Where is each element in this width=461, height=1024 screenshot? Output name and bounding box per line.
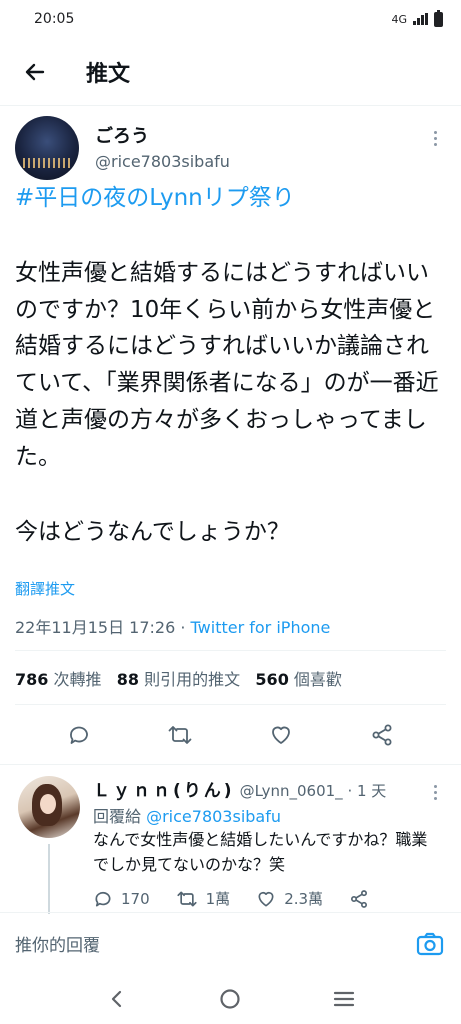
app-header: 推文 (0, 38, 461, 106)
reply-time: · 1 天 (342, 782, 387, 800)
camera-icon (416, 932, 444, 956)
replying-to-mention[interactable]: @rice7803sibafu (146, 807, 281, 826)
reply-author-name[interactable]: Ｌｙｎｎ(りん) (93, 781, 235, 801)
chevron-left-icon (111, 990, 121, 1008)
reply-actions: 170 1萬 2.3萬 (93, 888, 403, 909)
tweet-actions (0, 710, 461, 760)
arrow-left-icon (25, 63, 45, 80)
retweet-stat[interactable]: 786 次轉推 (15, 670, 102, 689)
home-circle-icon (220, 989, 241, 1009)
reply-button[interactable] (57, 713, 101, 757)
meta-separator: · (175, 618, 191, 637)
translate-tweet-link[interactable]: 翻譯推文 (15, 578, 75, 599)
reply-like-button[interactable]: 2.3萬 (256, 888, 323, 909)
tweet-meta: 22年11月15日 17:26 · Twitter for iPhone (15, 614, 330, 638)
reply-share-button[interactable] (349, 889, 369, 909)
reply-retweet-count: 1萬 (205, 890, 231, 908)
like-label: 個喜歡 (293, 670, 342, 689)
retweet-icon (168, 726, 192, 744)
tweet-timestamp: 22年11月15日 17:26 (15, 618, 176, 637)
author-avatar[interactable] (15, 116, 79, 180)
like-icon (258, 891, 274, 906)
reply-reply-count: 170 (121, 889, 150, 908)
tweet-text: #平日の夜のLynnリプ祭り 女性声優と結婚するにはどうすればいいのですか？10… (15, 180, 447, 550)
thread-line (48, 844, 50, 914)
reply-text: なんで女性声優と結婚したいんですかね？職業でしか見てないのかな？笑 (93, 830, 428, 874)
reply-retweet-button[interactable]: 1萬 (176, 888, 231, 909)
reply-avatar[interactable] (18, 776, 80, 838)
share-button[interactable] (360, 713, 404, 757)
divider (15, 704, 446, 705)
divider (0, 764, 461, 765)
reply-icon (69, 726, 88, 744)
retweet-count: 786 (15, 670, 49, 689)
like-button[interactable] (259, 713, 303, 757)
compose-reply-bar: 推你的回覆 (0, 912, 461, 974)
status-bar: 20:05 4G (0, 0, 461, 38)
like-stat[interactable]: 560 個喜歡 (255, 670, 342, 689)
nav-back-button[interactable] (97, 979, 137, 1019)
page-title: 推文 (86, 61, 131, 87)
reply-reply-button[interactable]: 170 (93, 889, 150, 909)
tweet-paragraph-1: 女性声優と結婚するにはどうすればいいのですか？10年くらい前から女性声優と結婚す… (15, 259, 439, 470)
more-dot (433, 130, 437, 134)
reply-author-handle[interactable]: @Lynn_0601_ (240, 782, 343, 800)
back-button[interactable] (0, 38, 70, 106)
camera-button[interactable] (415, 929, 445, 959)
more-options-button[interactable] (425, 126, 445, 150)
author-handle[interactable]: @rice7803sibafu (95, 152, 230, 171)
tweet-stats: 786 次轉推 88 則引用的推文 560 個喜歡 (15, 666, 342, 690)
tweet-author: ごろう @rice7803sibafu (15, 116, 445, 182)
share-icon (372, 724, 392, 746)
quote-stat[interactable]: 88 則引用的推文 (117, 670, 240, 689)
quote-label: 則引用的推文 (144, 670, 241, 689)
more-dot (433, 142, 437, 146)
retweet-icon (177, 891, 197, 906)
reply-icon (95, 891, 111, 906)
signal-icon (413, 13, 428, 25)
nav-recents-button[interactable] (324, 979, 364, 1019)
more-dot (433, 784, 437, 788)
system-nav-bar (0, 974, 461, 1024)
divider (15, 650, 446, 651)
retweet-label: 次轉推 (53, 670, 102, 689)
like-icon (272, 726, 291, 744)
more-dot (433, 790, 437, 794)
share-icon (351, 889, 368, 908)
tweet-paragraph-2: 今はどうなんでしょうか？ (15, 518, 290, 545)
like-count: 560 (255, 670, 289, 689)
status-icons: 4G (391, 9, 443, 27)
tweet-source-link[interactable]: Twitter for iPhone (191, 618, 331, 637)
battery-icon (434, 9, 443, 27)
retweet-button[interactable] (158, 713, 202, 757)
author-name[interactable]: ごろう (95, 122, 149, 148)
hashtag-link[interactable]: #平日の夜のLynnリプ祭り (15, 180, 447, 217)
menu-lines-icon (334, 991, 355, 1007)
network-label: 4G (391, 12, 407, 26)
quote-count: 88 (116, 670, 140, 689)
replying-to-label: 回覆給 (93, 807, 147, 826)
status-time: 20:05 (34, 11, 75, 27)
more-dot (433, 136, 437, 140)
reply-header: Ｌｙｎｎ(りん) @Lynn_0601_ · 1 天 (93, 776, 386, 801)
reply-tweet[interactable]: Ｌｙｎｎ(りん) @Lynn_0601_ · 1 天 回覆給 @rice7803… (0, 772, 461, 914)
nav-home-button[interactable] (210, 979, 250, 1019)
reply-more-button[interactable] (425, 780, 445, 804)
more-dot (433, 796, 437, 800)
replying-to: 回覆給 @rice7803sibafu (93, 803, 281, 827)
reply-like-count: 2.3萬 (284, 890, 324, 908)
reply-input[interactable]: 推你的回覆 (15, 931, 100, 956)
